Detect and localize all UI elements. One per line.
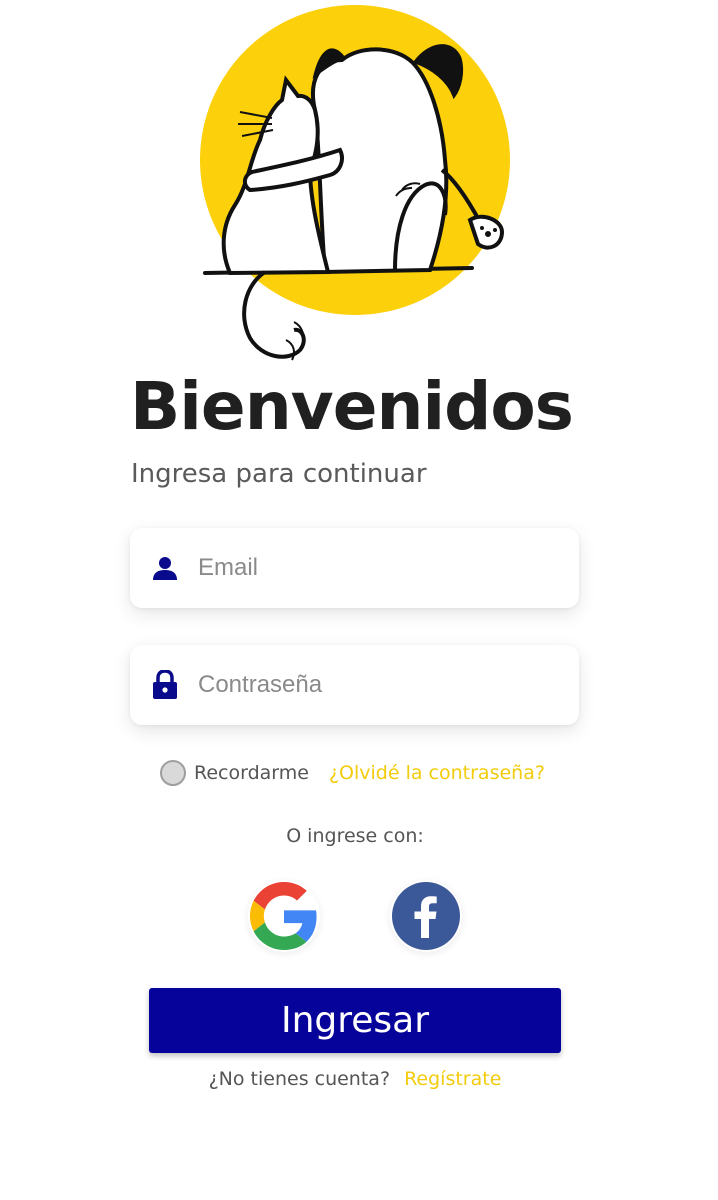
google-login-button[interactable]	[248, 880, 320, 952]
email-input[interactable]	[196, 553, 560, 583]
no-account-text: ¿No tienes cuenta?	[208, 1068, 391, 1090]
email-field[interactable]	[130, 528, 579, 608]
forgot-password-link[interactable]: ¿Olvidé la contraseña?	[329, 762, 545, 784]
facebook-login-button[interactable]	[390, 880, 462, 952]
password-input[interactable]	[196, 670, 560, 700]
google-icon	[250, 882, 317, 950]
facebook-icon	[392, 882, 460, 950]
hero-illustration	[190, 0, 520, 375]
page-title: Bienvenidos	[130, 368, 574, 445]
remember-row: Recordarme ¿Olvidé la contraseña?	[160, 760, 545, 786]
page-subtitle: Ingresa para continuar	[131, 459, 427, 489]
remember-radio[interactable]	[160, 760, 186, 786]
cat-and-dog-illustration	[200, 5, 510, 361]
social-login-label: O ingrese con:	[286, 825, 424, 847]
lock-icon	[150, 670, 180, 700]
password-field[interactable]	[130, 645, 579, 725]
register-link[interactable]: Regístrate	[404, 1068, 501, 1090]
register-row: ¿No tienes cuenta? Regístrate	[0, 1068, 710, 1090]
remember-label[interactable]: Recordarme	[194, 762, 309, 784]
login-button[interactable]: Ingresar	[149, 988, 561, 1053]
user-icon	[150, 553, 180, 583]
